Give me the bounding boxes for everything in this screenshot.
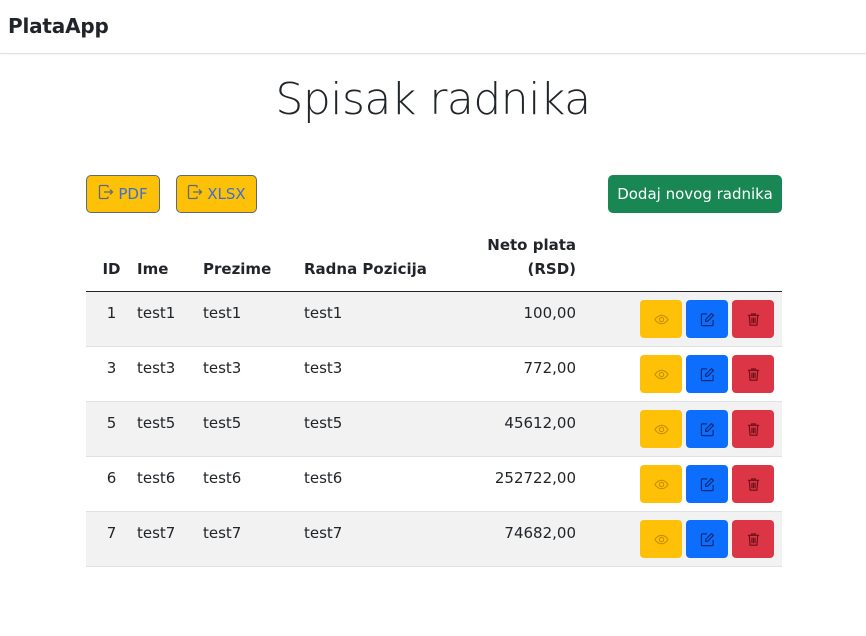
cell-prezime: test5 <box>203 401 304 457</box>
table-row: 1 test1 test1 test1 100,00 <box>86 291 782 347</box>
pencil-square-icon <box>700 532 715 547</box>
pencil-square-icon <box>700 312 715 327</box>
cell-ime: test6 <box>137 456 203 512</box>
cell-neto: 772,00 <box>454 346 576 402</box>
header-neto: Neto plata (RSD) <box>454 233 576 292</box>
row-actions <box>576 465 782 503</box>
cell-neto: 45612,00 <box>454 401 576 457</box>
add-worker-button[interactable]: Dodaj novog radnika <box>608 175 782 213</box>
cell-pozicija: test7 <box>304 511 454 567</box>
view-button[interactable] <box>640 300 682 338</box>
cell-pozicija: test6 <box>304 456 454 512</box>
row-actions <box>576 410 782 448</box>
workers-table: ID Ime Prezime Radna Pozicija Neto plata… <box>86 233 782 567</box>
view-button[interactable] <box>640 355 682 393</box>
cell-neto: 252722,00 <box>454 456 576 512</box>
cell-prezime: test6 <box>203 456 304 512</box>
table-row: 3 test3 test3 test3 772,00 <box>86 346 782 402</box>
cell-id: 5 <box>86 401 137 457</box>
export-pdf-button[interactable]: PDF <box>86 175 160 213</box>
brand-logo[interactable]: PlataApp <box>8 14 109 38</box>
export-icon <box>98 184 114 204</box>
export-xlsx-label: XLSX <box>207 185 246 203</box>
cell-id: 6 <box>86 456 137 512</box>
cell-actions <box>576 346 782 402</box>
row-actions <box>576 520 782 558</box>
cell-neto: 100,00 <box>454 291 576 347</box>
eye-icon <box>653 422 669 437</box>
navbar: PlataApp <box>0 0 866 54</box>
view-button[interactable] <box>640 410 682 448</box>
header-pozicija: Radna Pozicija <box>304 233 454 292</box>
row-actions <box>576 355 782 393</box>
delete-button[interactable] <box>732 355 774 393</box>
header-neto-line2: (RSD) <box>527 260 576 278</box>
table-row: 6 test6 test6 test6 252722,00 <box>86 456 782 512</box>
header-prezime: Prezime <box>203 233 304 292</box>
delete-button[interactable] <box>732 465 774 503</box>
header-id: ID <box>86 233 137 292</box>
cell-ime: test5 <box>137 401 203 457</box>
header-neto-line1: Neto plata <box>487 236 576 254</box>
cell-neto: 74682,00 <box>454 511 576 567</box>
eye-icon <box>653 367 669 382</box>
view-button[interactable] <box>640 465 682 503</box>
trash-icon <box>746 312 761 327</box>
header-ime: Ime <box>137 233 203 292</box>
trash-icon <box>746 422 761 437</box>
cell-pozicija: test3 <box>304 346 454 402</box>
eye-icon <box>653 532 669 547</box>
cell-actions <box>576 456 782 512</box>
cell-id: 3 <box>86 346 137 402</box>
page-title: Spisak radnika <box>275 74 591 125</box>
header-actions <box>576 233 782 292</box>
row-actions <box>576 300 782 338</box>
table-row: 5 test5 test5 test5 45612,00 <box>86 401 782 457</box>
eye-icon <box>653 312 669 327</box>
cell-id: 7 <box>86 511 137 567</box>
cell-ime: test3 <box>137 346 203 402</box>
cell-prezime: test1 <box>203 291 304 347</box>
edit-button[interactable] <box>686 355 728 393</box>
edit-button[interactable] <box>686 300 728 338</box>
trash-icon <box>746 367 761 382</box>
export-pdf-label: PDF <box>118 185 148 203</box>
pencil-square-icon <box>700 477 715 492</box>
trash-icon <box>746 477 761 492</box>
edit-button[interactable] <box>686 520 728 558</box>
view-button[interactable] <box>640 520 682 558</box>
trash-icon <box>746 532 761 547</box>
export-icon <box>187 184 203 204</box>
pencil-square-icon <box>700 367 715 382</box>
cell-actions <box>576 511 782 567</box>
cell-actions <box>576 401 782 457</box>
table-row: 7 test7 test7 test7 74682,00 <box>86 511 782 567</box>
cell-pozicija: test1 <box>304 291 454 347</box>
cell-prezime: test3 <box>203 346 304 402</box>
cell-id: 1 <box>86 291 137 347</box>
edit-button[interactable] <box>686 410 728 448</box>
delete-button[interactable] <box>732 520 774 558</box>
table-header-row: ID Ime Prezime Radna Pozicija Neto plata… <box>86 233 782 292</box>
cell-pozicija: test5 <box>304 401 454 457</box>
cell-prezime: test7 <box>203 511 304 567</box>
export-xlsx-button[interactable]: XLSX <box>176 175 257 213</box>
delete-button[interactable] <box>732 300 774 338</box>
cell-ime: test1 <box>137 291 203 347</box>
delete-button[interactable] <box>732 410 774 448</box>
cell-ime: test7 <box>137 511 203 567</box>
eye-icon <box>653 477 669 492</box>
cell-actions <box>576 291 782 347</box>
pencil-square-icon <box>700 422 715 437</box>
edit-button[interactable] <box>686 465 728 503</box>
